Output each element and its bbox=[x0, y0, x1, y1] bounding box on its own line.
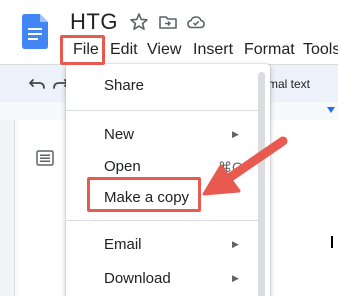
star-icon[interactable] bbox=[129, 12, 149, 32]
menu-divider bbox=[66, 220, 258, 221]
menu-item-new[interactable]: New bbox=[104, 126, 134, 143]
indent-marker-icon[interactable] bbox=[326, 106, 336, 116]
menu-edit[interactable]: Edit bbox=[110, 38, 138, 62]
vertical-ruler bbox=[0, 120, 15, 296]
docs-logo-icon[interactable] bbox=[22, 14, 48, 49]
move-to-folder-icon[interactable] bbox=[158, 12, 178, 32]
menu-view[interactable]: View bbox=[147, 38, 181, 62]
annotation-arrow-icon bbox=[202, 136, 288, 196]
document-outline-icon[interactable] bbox=[36, 150, 54, 166]
google-docs-window: HTG File Edit View Insert Format Tools r… bbox=[0, 0, 338, 296]
menu-item-download[interactable]: Download bbox=[104, 270, 171, 287]
paragraph-style-dropdown[interactable]: rmal text bbox=[264, 77, 310, 91]
menu-item-open[interactable]: Open bbox=[104, 158, 141, 175]
menu-divider bbox=[66, 110, 258, 111]
text-cursor bbox=[331, 236, 333, 248]
header: HTG File Edit View Insert Format Tools bbox=[0, 0, 338, 64]
menu-tools[interactable]: Tools bbox=[303, 38, 338, 62]
submenu-arrow-icon: ▶ bbox=[232, 273, 239, 283]
submenu-arrow-icon: ▶ bbox=[232, 239, 239, 249]
menu-insert[interactable]: Insert bbox=[193, 38, 233, 62]
menu-item-share[interactable]: Share bbox=[104, 77, 144, 94]
make-a-copy-highlight-box bbox=[87, 177, 201, 212]
menu-item-email[interactable]: Email bbox=[104, 236, 142, 253]
document-title[interactable]: HTG bbox=[70, 9, 118, 35]
file-menu-highlight-box bbox=[60, 35, 105, 65]
cloud-saved-icon[interactable] bbox=[186, 12, 206, 32]
undo-icon[interactable] bbox=[28, 76, 46, 92]
menu-format[interactable]: Format bbox=[244, 38, 295, 62]
